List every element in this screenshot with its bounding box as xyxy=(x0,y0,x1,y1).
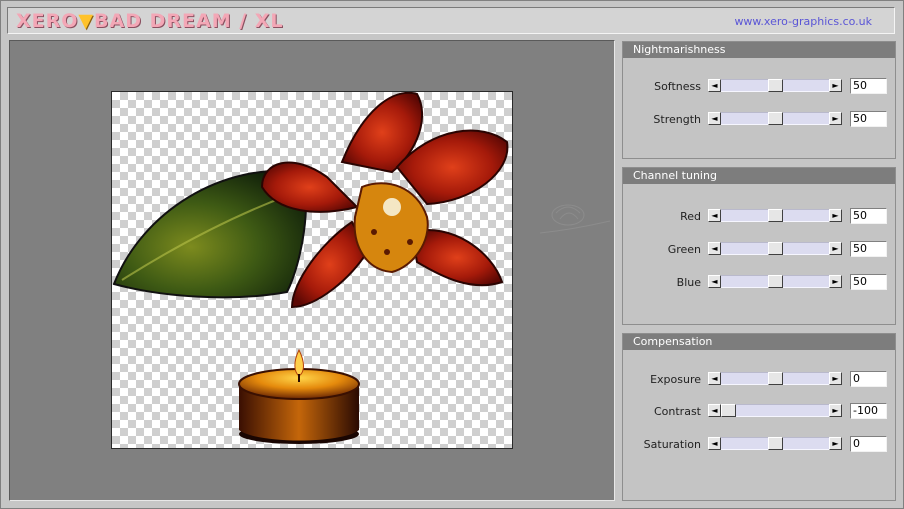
logo-triangle-icon: ▼ xyxy=(78,10,95,32)
slider-saturation: Saturation ◄ ► 0 xyxy=(623,436,895,453)
right-arrow-icon[interactable]: ► xyxy=(829,437,842,450)
panel-title: Channel tuning xyxy=(623,168,895,184)
slider-label: Softness xyxy=(654,80,701,93)
slider-label: Blue xyxy=(676,276,701,289)
contrast-value-field[interactable]: -100 xyxy=(850,403,887,419)
slider-thumb[interactable] xyxy=(768,372,783,385)
panel-title: Compensation xyxy=(623,334,895,350)
panel-title: Nightmarishness xyxy=(623,42,895,58)
plugin-window: XERO▼BAD DREAM / XL www.xero-graphics.co… xyxy=(0,0,904,509)
slider-track[interactable] xyxy=(721,242,829,255)
left-arrow-icon[interactable]: ◄ xyxy=(708,437,721,450)
right-arrow-icon[interactable]: ► xyxy=(829,79,842,92)
slider-label: Strength xyxy=(653,113,701,126)
slider-track[interactable] xyxy=(721,275,829,288)
exposure-value-field[interactable]: 0 xyxy=(850,371,887,387)
slider-thumb[interactable] xyxy=(768,275,783,288)
slider-red: Red ◄ ► 50 xyxy=(623,208,895,225)
logo-xero: XERO xyxy=(16,10,79,32)
right-arrow-icon[interactable]: ► xyxy=(829,404,842,417)
slider-track[interactable] xyxy=(721,112,829,125)
panel-channel-tuning: Channel tuning Red ◄ ► 50 Green ◄ ► 50 B… xyxy=(622,167,896,325)
slider-label: Red xyxy=(680,210,701,223)
saturation-value-field[interactable]: 0 xyxy=(850,436,887,452)
slider-softness: Softness ◄ ► 50 xyxy=(623,78,895,95)
signature-watermark xyxy=(539,204,611,234)
preview-canvas[interactable] xyxy=(111,91,513,449)
red-value-field[interactable]: 50 xyxy=(850,208,887,224)
left-arrow-icon[interactable]: ◄ xyxy=(708,275,721,288)
slider-thumb[interactable] xyxy=(721,404,736,417)
left-arrow-icon[interactable]: ◄ xyxy=(708,79,721,92)
left-arrow-icon[interactable]: ◄ xyxy=(708,404,721,417)
website-link[interactable]: www.xero-graphics.co.uk xyxy=(734,15,872,28)
preview-image xyxy=(112,92,509,444)
strength-value-field[interactable]: 50 xyxy=(850,111,887,127)
softness-slider[interactable]: ◄ ► xyxy=(708,79,842,93)
left-arrow-icon[interactable]: ◄ xyxy=(708,242,721,255)
slider-track[interactable] xyxy=(721,404,829,417)
slider-track[interactable] xyxy=(721,437,829,450)
slider-thumb[interactable] xyxy=(768,79,783,92)
slider-thumb[interactable] xyxy=(768,112,783,125)
red-slider[interactable]: ◄ ► xyxy=(708,209,842,223)
slider-thumb[interactable] xyxy=(768,209,783,222)
panel-compensation: Compensation Exposure ◄ ► 0 Contrast ◄ ►… xyxy=(622,333,896,501)
panel-nightmarishness: Nightmarishness Softness ◄ ► 50 Strength… xyxy=(622,41,896,159)
right-arrow-icon[interactable]: ► xyxy=(829,275,842,288)
blue-value-field[interactable]: 50 xyxy=(850,274,887,290)
slider-blue: Blue ◄ ► 50 xyxy=(623,274,895,291)
exposure-slider[interactable]: ◄ ► xyxy=(708,372,842,386)
slider-strength: Strength ◄ ► 50 xyxy=(623,111,895,128)
right-arrow-icon[interactable]: ► xyxy=(829,372,842,385)
preview-area xyxy=(9,40,615,501)
slider-track[interactable] xyxy=(721,372,829,385)
left-arrow-icon[interactable]: ◄ xyxy=(708,112,721,125)
slider-track[interactable] xyxy=(721,209,829,222)
saturation-slider[interactable]: ◄ ► xyxy=(708,437,842,451)
blue-slider[interactable]: ◄ ► xyxy=(708,275,842,289)
right-arrow-icon[interactable]: ► xyxy=(829,209,842,222)
left-arrow-icon[interactable]: ◄ xyxy=(708,372,721,385)
right-arrow-icon[interactable]: ► xyxy=(829,242,842,255)
green-slider[interactable]: ◄ ► xyxy=(708,242,842,256)
contrast-slider[interactable]: ◄ ► xyxy=(708,404,842,418)
slider-contrast: Contrast ◄ ► -100 xyxy=(623,403,895,420)
left-arrow-icon[interactable]: ◄ xyxy=(708,209,721,222)
title-bar: XERO▼BAD DREAM / XL www.xero-graphics.co… xyxy=(7,7,895,34)
slider-thumb[interactable] xyxy=(768,437,783,450)
plugin-logo: XERO▼BAD DREAM / XL xyxy=(16,10,284,32)
slider-thumb[interactable] xyxy=(768,242,783,255)
slider-label: Exposure xyxy=(650,373,701,386)
softness-value-field[interactable]: 50 xyxy=(850,78,887,94)
strength-slider[interactable]: ◄ ► xyxy=(708,112,842,126)
right-arrow-icon[interactable]: ► xyxy=(829,112,842,125)
green-value-field[interactable]: 50 xyxy=(850,241,887,257)
slider-track[interactable] xyxy=(721,79,829,92)
slider-label: Contrast xyxy=(653,405,701,418)
slider-exposure: Exposure ◄ ► 0 xyxy=(623,371,895,388)
slider-label: Green xyxy=(667,243,701,256)
logo-bad-dream: BAD DREAM / XL xyxy=(94,10,284,32)
slider-label: Saturation xyxy=(643,438,701,451)
orchid-flower xyxy=(260,92,509,309)
slider-green: Green ◄ ► 50 xyxy=(623,241,895,258)
tealight-candle xyxy=(238,348,360,444)
